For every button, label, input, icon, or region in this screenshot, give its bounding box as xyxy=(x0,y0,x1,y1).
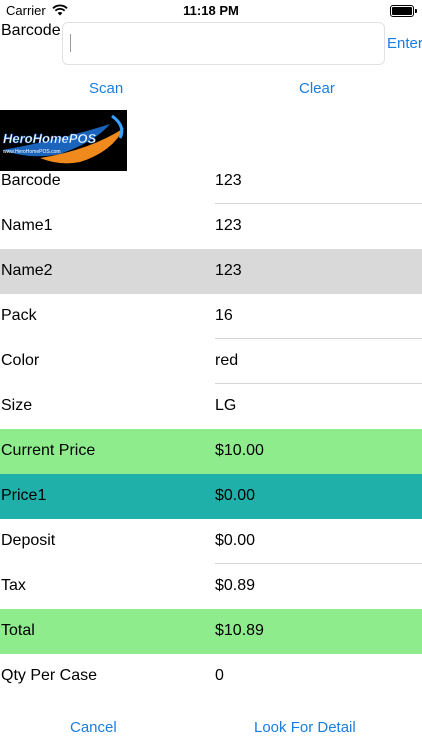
detail-value: 123 xyxy=(215,262,242,279)
detail-key: Size xyxy=(1,397,33,414)
detail-value: $0.00 xyxy=(215,532,256,549)
detail-value: $10.00 xyxy=(215,442,264,459)
detail-row-tax: Tax $0.89 xyxy=(0,564,422,609)
text-caret xyxy=(70,34,71,52)
detail-key: Color xyxy=(1,352,40,369)
detail-key: Price1 xyxy=(1,487,47,504)
battery-icon xyxy=(390,5,417,17)
detail-key: Tax xyxy=(1,577,26,594)
detail-key: Current Price xyxy=(1,442,96,459)
detail-row-qty-per-case: Qty Per Case 0 xyxy=(0,654,422,699)
detail-row-name1: Name1 123 xyxy=(0,204,422,249)
detail-row-current-price: Current Price $10.00 xyxy=(0,429,422,474)
detail-value: $0.89 xyxy=(215,577,256,594)
detail-value: 123 xyxy=(215,217,242,234)
detail-value: LG xyxy=(215,397,237,414)
barcode-search-label: Barcode xyxy=(1,22,61,39)
detail-row-pack: Pack 16 xyxy=(0,294,422,339)
enter-button[interactable]: Enter xyxy=(387,35,422,52)
clear-button[interactable]: Clear xyxy=(299,80,335,97)
cancel-button[interactable]: Cancel xyxy=(70,719,117,736)
clock: 11:18 PM xyxy=(183,3,239,18)
logo-url-text: www.HeroHomePOS.com xyxy=(3,149,61,155)
product-detail-list: Barcode 123 Name1 123 Name2 123 Pack 16 Color red… xyxy=(0,159,422,699)
detail-value: 123 xyxy=(215,172,242,189)
detail-row-barcode: Barcode 123 xyxy=(0,159,422,204)
scan-button[interactable]: Scan xyxy=(89,80,123,97)
detail-key: Pack xyxy=(1,307,37,324)
detail-value: 16 xyxy=(215,307,233,324)
detail-key: Qty Per Case xyxy=(1,667,98,684)
detail-row-deposit: Deposit $0.00 xyxy=(0,519,422,564)
detail-row-size: Size LG xyxy=(0,384,422,429)
detail-key: Deposit xyxy=(1,532,56,549)
detail-key: Total xyxy=(1,622,35,639)
detail-row-color: Color red xyxy=(0,339,422,384)
detail-value: 0 xyxy=(215,667,224,684)
detail-value: red xyxy=(215,352,239,369)
detail-value: $10.89 xyxy=(215,622,264,639)
look-for-detail-button[interactable]: Look For Detail xyxy=(254,719,356,736)
barcode-input[interactable] xyxy=(62,22,385,65)
status-bar: Carrier 11:18 PM xyxy=(0,0,422,22)
detail-key: Name2 xyxy=(1,262,53,279)
detail-row-price1: Price1 $0.00 xyxy=(0,474,422,519)
logo-brand-text: HeroHomePOS xyxy=(3,131,97,146)
detail-value: $0.00 xyxy=(215,487,256,504)
detail-key: Barcode xyxy=(1,172,61,189)
detail-row-name2: Name2 123 xyxy=(0,249,422,294)
detail-key: Name1 xyxy=(1,217,53,234)
detail-row-total: Total $10.89 xyxy=(0,609,422,654)
